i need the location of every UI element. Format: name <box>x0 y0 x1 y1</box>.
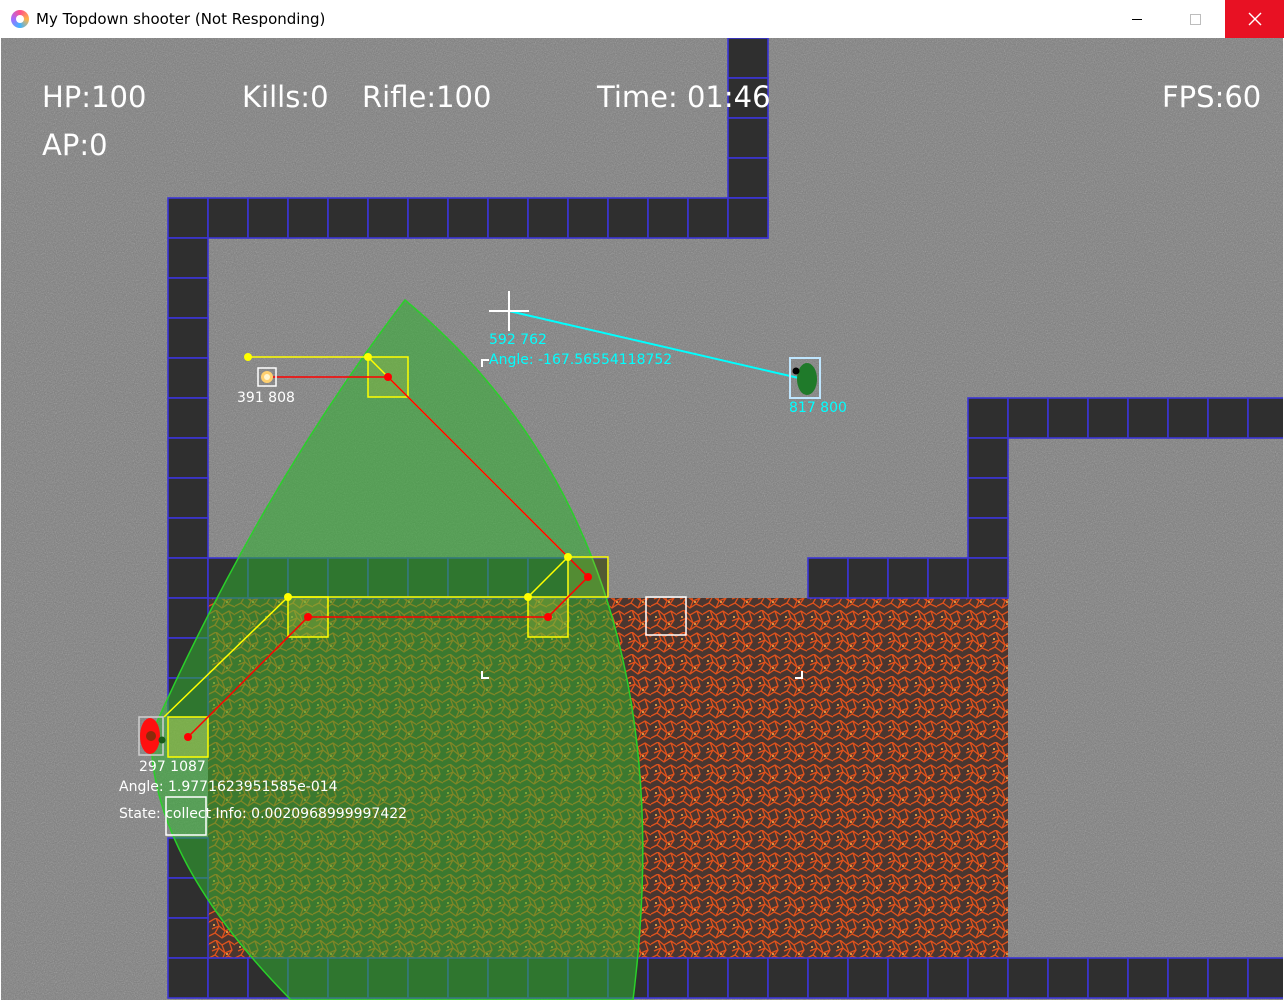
wall-tile <box>847 957 889 999</box>
weapon-ammo: Rifle:100 <box>362 80 492 114</box>
wall-tile <box>527 197 569 239</box>
hp-counter: HP:100 <box>42 80 147 114</box>
wall-tile <box>167 477 209 519</box>
maximize-button[interactable] <box>1166 0 1224 38</box>
wall-tile <box>1087 957 1129 999</box>
game-viewport[interactable]: HP:100 AP:0 Kills:0 Rifle:100 Time: 01:4… <box>1 38 1283 1000</box>
wall-tile <box>207 957 249 999</box>
wall-tile <box>967 517 1009 559</box>
wall-tile <box>647 197 689 239</box>
wall-tile <box>1167 957 1209 999</box>
wall-tile <box>167 197 209 239</box>
wall-tile <box>287 197 329 239</box>
wall-tile <box>1047 957 1089 999</box>
player-state-label: State: collect Info: 0.0020968999997422 <box>119 806 408 822</box>
wall-tile <box>167 517 209 559</box>
wall-tile <box>1207 397 1249 439</box>
wall-tile <box>887 957 929 999</box>
wall-tile <box>447 197 489 239</box>
wall-tile <box>687 957 729 999</box>
wall-tile <box>967 477 1009 519</box>
wall-tile <box>687 197 729 239</box>
wall-tile <box>807 957 849 999</box>
wall-tile <box>207 197 249 239</box>
wall-tile <box>1167 397 1209 439</box>
minimize-button[interactable] <box>1108 0 1166 38</box>
cursor-coords-label: 592 762 <box>489 332 547 348</box>
wall-tile <box>167 277 209 319</box>
wall-tile <box>767 957 809 999</box>
wall-tile <box>167 957 209 999</box>
wall-tile <box>247 197 289 239</box>
minimize-icon <box>1132 18 1142 20</box>
player-coords-label: 297 1087 <box>139 759 206 775</box>
wall-tile <box>167 557 209 599</box>
close-button[interactable] <box>1225 0 1284 38</box>
wall-tile <box>567 197 609 239</box>
wall-tile <box>167 357 209 399</box>
wall-tile <box>727 117 769 159</box>
wall-tile <box>1087 397 1129 439</box>
wall-tile <box>807 557 849 599</box>
wall-tile <box>407 197 449 239</box>
window-title: My Topdown shooter (Not Responding) <box>36 10 326 28</box>
wall-tile <box>167 237 209 279</box>
wall-tile <box>727 197 769 239</box>
wall-tile <box>167 317 209 359</box>
wall-tile <box>167 917 209 959</box>
wall-tile <box>1127 957 1169 999</box>
wall-tile <box>487 197 529 239</box>
wall-tile <box>727 957 769 999</box>
fps-counter: FPS:60 <box>1162 80 1262 114</box>
wall-tile <box>887 557 929 599</box>
wall-tile <box>167 397 209 439</box>
wall-tile <box>1207 957 1249 999</box>
title-bar[interactable]: My Topdown shooter (Not Responding) <box>0 0 1284 38</box>
kills-counter: Kills:0 <box>242 80 329 114</box>
wall-tile <box>967 557 1009 599</box>
cursor-angle-label: Angle: -167.56554118752 <box>489 352 673 368</box>
game-scene <box>1 38 1283 1000</box>
wall-tile <box>1007 397 1049 439</box>
wall-tile <box>1247 397 1283 439</box>
wall-tile <box>927 557 969 599</box>
wall-tile <box>327 197 369 239</box>
ap-counter: AP:0 <box>42 128 108 162</box>
wall-tile <box>647 957 689 999</box>
wall-tile <box>607 197 649 239</box>
enemy-coords-label: 817 800 <box>789 400 847 416</box>
pickup-coords-label: 391 808 <box>237 390 295 406</box>
app-icon <box>11 10 29 28</box>
wall-tile <box>167 437 209 479</box>
wall-tile <box>847 557 889 599</box>
wall-tile <box>1247 957 1283 999</box>
wall-tile <box>1007 957 1049 999</box>
wall-tile <box>727 157 769 199</box>
close-icon <box>1248 12 1261 26</box>
wall-tile <box>1127 397 1169 439</box>
wall-tile <box>927 957 969 999</box>
wall-tile <box>967 957 1009 999</box>
wall-tile <box>967 437 1009 479</box>
wall-tile <box>727 38 769 79</box>
time-counter: Time: 01:46 <box>597 80 771 114</box>
wall-tile <box>367 197 409 239</box>
player-angle-label: Angle: 1.9771623951585e-014 <box>119 779 338 795</box>
game-window: My Topdown shooter (Not Responding) HP:1… <box>0 0 1284 1001</box>
maximize-icon <box>1189 13 1201 25</box>
wall-tile <box>967 397 1009 439</box>
wall-tile <box>1047 397 1089 439</box>
